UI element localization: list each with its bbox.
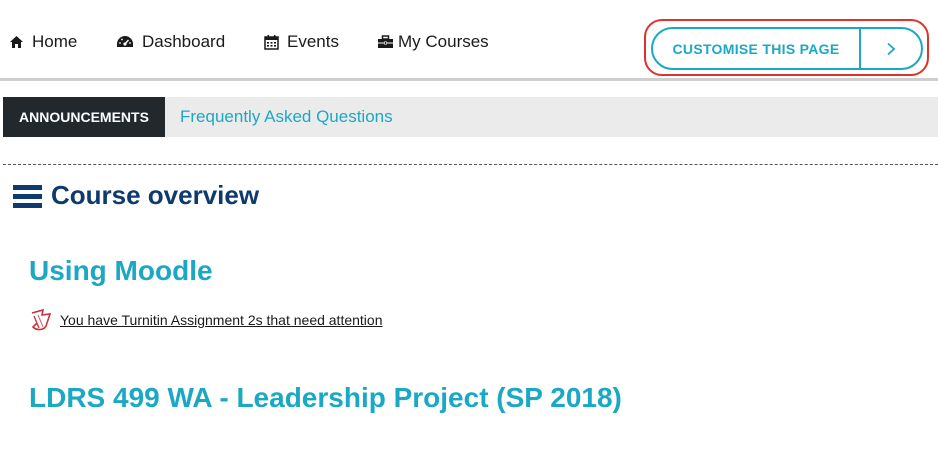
nav-my-courses-label: My Courses: [398, 32, 489, 51]
top-navigation: Home Dashboard Events My Courses CUSTOMI…: [0, 0, 938, 81]
turnitin-notice-link[interactable]: You have Turnitin Assignment 2s that nee…: [60, 312, 383, 328]
page-title: Course overview: [51, 180, 260, 210]
home-icon: [10, 36, 23, 48]
nav-events-label: Events: [287, 32, 339, 51]
divider: [3, 164, 938, 165]
turnitin-notice: You have Turnitin Assignment 2s that nee…: [29, 308, 383, 332]
tabs-bar: ANNOUNCEMENTS Frequently Asked Questions: [3, 97, 938, 137]
nav-my-courses[interactable]: My Courses: [377, 30, 489, 54]
dashboard-icon: [117, 36, 133, 47]
customise-page-label: CUSTOMISE THIS PAGE: [672, 40, 840, 57]
course-title-ldrs-499[interactable]: LDRS 499 WA - Leadership Project (SP 201…: [29, 382, 622, 414]
nav-divider: [0, 78, 938, 81]
course-overview-header: Course overview: [13, 180, 259, 211]
nav-home-label: Home: [32, 32, 78, 51]
tab-faq[interactable]: Frequently Asked Questions: [180, 97, 393, 137]
chevron-right-icon: [861, 42, 921, 56]
nav-home[interactable]: Home: [9, 30, 77, 54]
tab-announcements[interactable]: ANNOUNCEMENTS: [3, 97, 165, 137]
turnitin-icon: [31, 308, 52, 331]
nav-dashboard-label: Dashboard: [142, 32, 226, 51]
nav-dashboard[interactable]: Dashboard: [116, 30, 225, 54]
briefcase-icon: [378, 35, 393, 48]
customise-page-button[interactable]: CUSTOMISE THIS PAGE: [651, 27, 923, 70]
nav-events[interactable]: Events: [264, 30, 339, 54]
calendar-icon: [264, 35, 279, 50]
list-icon: [13, 184, 42, 208]
course-title-using-moodle[interactable]: Using Moodle: [29, 255, 213, 287]
